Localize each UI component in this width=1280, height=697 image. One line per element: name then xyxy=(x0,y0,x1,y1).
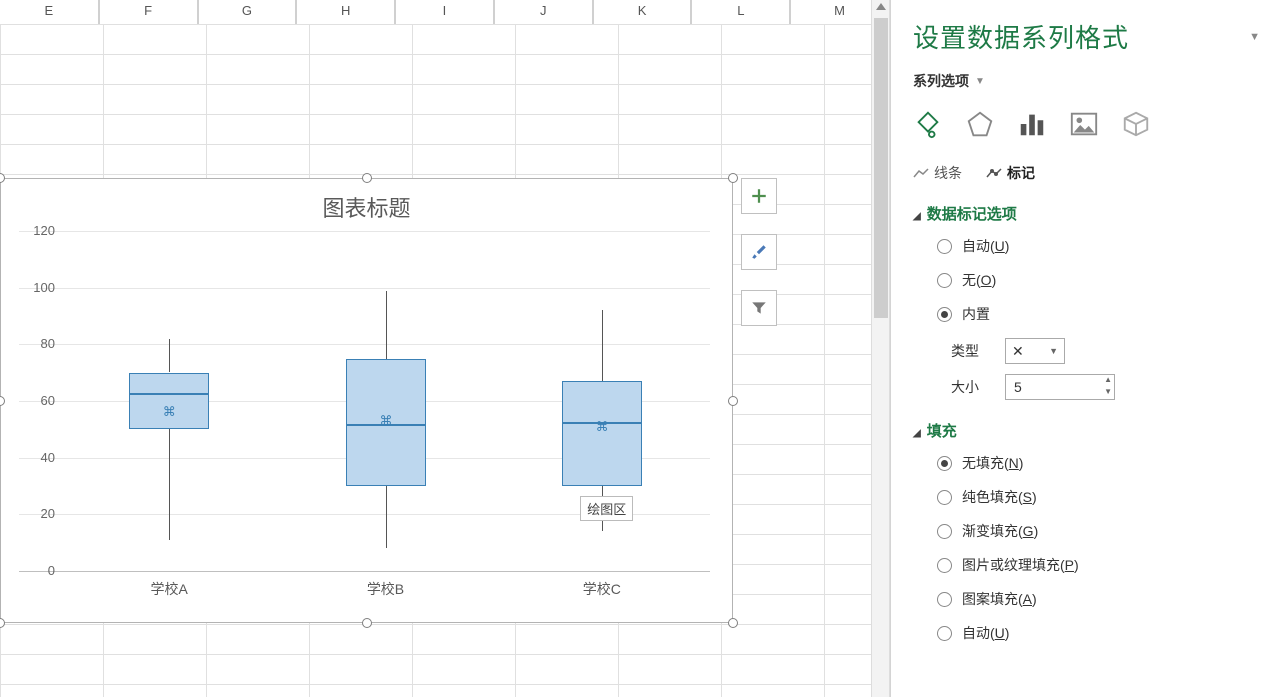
resize-handle[interactable] xyxy=(728,618,738,628)
mean-marker-icon: ⌘ xyxy=(596,421,608,433)
chart-side-buttons xyxy=(741,178,777,346)
y-tick: 20 xyxy=(19,506,55,521)
radio-no-fill[interactable]: 无填充(N) xyxy=(937,453,1260,473)
radio-picture-fill[interactable]: 图片或纹理填充(P) xyxy=(937,555,1260,575)
tooltip: 绘图区 xyxy=(580,496,633,521)
y-tick: 60 xyxy=(19,393,55,408)
marker-size-spinner[interactable]: 5 ▲▼ xyxy=(1005,374,1115,400)
effects-icon[interactable] xyxy=(965,109,995,139)
y-tick: 120 xyxy=(19,223,55,238)
marker-type-row: 类型 ✕ ▼ xyxy=(951,338,1260,364)
format-pane: 设置数据系列格式 ▼ 系列选项 ▼ 线条 标记 数据标记选项 自动(U) xyxy=(890,0,1280,697)
median-line xyxy=(130,393,208,395)
x-axis-labels: 学校A 学校B 学校C xyxy=(61,579,710,599)
picture-icon[interactable] xyxy=(1069,109,1099,139)
section-header[interactable]: 填充 xyxy=(913,420,1260,441)
fill-section: 填充 无填充(N) 纯色填充(S) 渐变填充(G) 图片或纹理填充(P) 图案填… xyxy=(913,420,1260,643)
col-header[interactable]: G xyxy=(198,0,297,24)
resize-handle[interactable] xyxy=(362,173,372,183)
marker-tab-icon xyxy=(986,167,1002,179)
series-options-dropdown[interactable]: 系列选项 ▼ xyxy=(913,71,1260,91)
scroll-up-icon[interactable] xyxy=(876,3,886,10)
radio-icon xyxy=(937,456,952,471)
mean-marker-icon: ⌘ xyxy=(380,415,392,427)
chart-filter-button[interactable] xyxy=(741,290,777,326)
resize-handle[interactable] xyxy=(362,618,372,628)
add-chart-element-button[interactable] xyxy=(741,178,777,214)
format-tabs: 线条 标记 xyxy=(913,163,1260,183)
radio-icon xyxy=(937,626,952,641)
vertical-scrollbar[interactable] xyxy=(871,0,889,697)
brush-icon xyxy=(750,243,768,261)
radio-icon xyxy=(937,558,952,573)
x-label: 学校B xyxy=(277,579,493,599)
section-header[interactable]: 数据标记选项 xyxy=(913,203,1260,224)
y-tick: 100 xyxy=(19,280,55,295)
chevron-down-icon: ▼ xyxy=(1049,346,1058,356)
radio-auto-fill[interactable]: 自动(U) xyxy=(937,623,1260,643)
radio-icon xyxy=(937,273,952,288)
radio-icon xyxy=(937,490,952,505)
radio-gradient-fill[interactable]: 渐变填充(G) xyxy=(937,521,1260,541)
chart-object[interactable]: 图表标题 120 100 80 60 40 20 0 ⌘ ⌘ xyxy=(0,178,733,623)
spin-up-icon[interactable]: ▲ xyxy=(1104,376,1112,384)
spreadsheet-area[interactable]: E F G H I J K L M 图表标题 120 100 80 60 40 … xyxy=(0,0,890,697)
plus-icon xyxy=(750,187,768,205)
size-label: 大小 xyxy=(951,377,1005,397)
col-header[interactable]: E xyxy=(0,0,99,24)
resize-handle[interactable] xyxy=(728,173,738,183)
x-label: 学校C xyxy=(494,579,710,599)
col-header[interactable]: L xyxy=(691,0,790,24)
col-header[interactable]: H xyxy=(296,0,395,24)
chart-styles-button[interactable] xyxy=(741,234,777,270)
radio-icon xyxy=(937,307,952,322)
pane-menu-dropdown[interactable]: ▼ xyxy=(1249,31,1260,43)
whisker xyxy=(169,429,170,540)
box[interactable] xyxy=(562,381,642,486)
y-tick: 0 xyxy=(19,563,55,578)
radio-auto[interactable]: 自动(U) xyxy=(937,236,1260,256)
spin-down-icon[interactable]: ▼ xyxy=(1104,388,1112,396)
marker-size-row: 大小 5 ▲▼ xyxy=(951,374,1260,400)
mean-marker-icon: ⌘ xyxy=(163,406,175,418)
line-tab-icon xyxy=(913,167,929,179)
radio-icon xyxy=(937,239,952,254)
radio-pattern-fill[interactable]: 图案填充(A) xyxy=(937,589,1260,609)
y-tick: 80 xyxy=(19,336,55,351)
scroll-thumb[interactable] xyxy=(874,18,888,318)
radio-icon xyxy=(937,592,952,607)
resize-handle[interactable] xyxy=(0,396,5,406)
col-header[interactable]: K xyxy=(593,0,692,24)
whisker xyxy=(169,339,170,373)
series-options-icon[interactable] xyxy=(1017,109,1047,139)
pane-title: 设置数据系列格式 xyxy=(913,18,1129,55)
3d-icon[interactable] xyxy=(1121,109,1151,139)
resize-handle[interactable] xyxy=(728,396,738,406)
tab-line[interactable]: 线条 xyxy=(913,163,962,183)
whisker xyxy=(386,291,387,359)
box[interactable] xyxy=(129,373,209,429)
y-tick: 40 xyxy=(19,450,55,465)
column-headers: E F G H I J K L M xyxy=(0,0,889,25)
type-label: 类型 xyxy=(951,341,1005,361)
radio-none[interactable]: 无(O) xyxy=(937,270,1260,290)
chevron-down-icon: ▼ xyxy=(975,76,985,87)
marker-type-combo[interactable]: ✕ ▼ xyxy=(1005,338,1065,364)
col-header[interactable]: J xyxy=(494,0,593,24)
plot-area[interactable]: 120 100 80 60 40 20 0 ⌘ ⌘ xyxy=(61,231,710,571)
x-label: 学校A xyxy=(61,579,277,599)
whisker xyxy=(602,310,603,381)
radio-builtin[interactable]: 内置 xyxy=(937,304,1260,324)
tab-marker[interactable]: 标记 xyxy=(986,163,1035,183)
radio-icon xyxy=(937,524,952,539)
radio-solid-fill[interactable]: 纯色填充(S) xyxy=(937,487,1260,507)
format-category-icons xyxy=(913,109,1260,139)
fill-line-icon[interactable] xyxy=(913,109,943,139)
chart-title[interactable]: 图表标题 xyxy=(1,179,732,231)
marker-options-section: 数据标记选项 自动(U) 无(O) 内置 类型 ✕ ▼ 大小 xyxy=(913,203,1260,400)
whisker xyxy=(386,486,387,548)
col-header[interactable]: I xyxy=(395,0,494,24)
filter-icon xyxy=(750,299,768,317)
col-header[interactable]: F xyxy=(99,0,198,24)
